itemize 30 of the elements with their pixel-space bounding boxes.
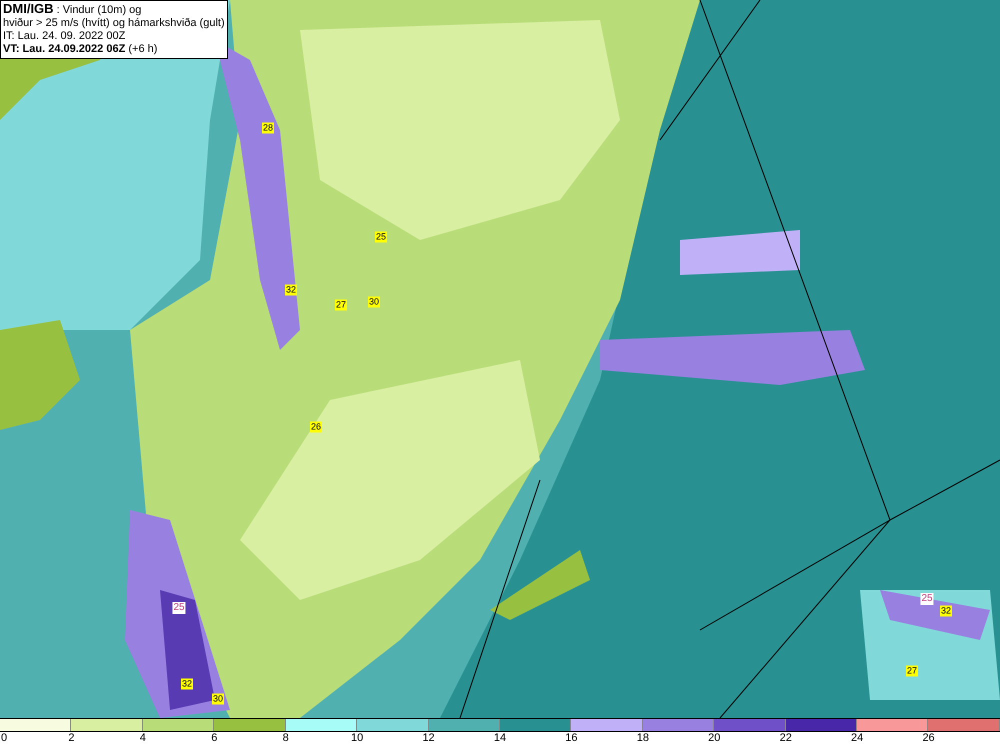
max-gust-label: 25 [375, 232, 387, 242]
title-line: IT: Lau. 24. 09. 2022 00Z [3, 30, 126, 43]
legend-tick-label: 4 [140, 732, 146, 745]
legend-tick-label: 10 [351, 732, 364, 745]
max-gust-label: 32 [181, 678, 193, 690]
title-line: hviður > 25 m/s (hvítt) og hámarkshviða (gult) [3, 17, 225, 30]
legend-tick-label: 14 [494, 732, 506, 745]
legend-tick-label: 24 [851, 732, 864, 745]
contour-label: 25 [920, 593, 934, 605]
legend-tick-label: 6 [211, 732, 218, 745]
max-gust-label: 30 [368, 296, 380, 308]
contour-label: 25 [172, 602, 186, 614]
legend-tick-label: 0 [1, 732, 8, 745]
legend-tick-label: 18 [636, 732, 649, 745]
title-line: DMI/IGB : Vindur (10m) og [3, 2, 142, 17]
title-line: VT: Lau. 24.09.2022 06Z (+6 h) [3, 43, 158, 56]
max-gust-label: 32 [285, 284, 297, 296]
max-gust-label: 27 [335, 300, 347, 310]
legend-tick-label: 16 [565, 732, 578, 745]
legend-tick-label: 20 [708, 732, 720, 745]
max-gust-label: 30 [212, 694, 224, 704]
max-gust-label: 26 [310, 422, 322, 432]
legend-tick-label: 12 [422, 732, 435, 745]
legend-tick-label: 22 [780, 732, 792, 745]
max-gust-label: 28 [262, 122, 274, 134]
max-gust-label: 32 [940, 606, 952, 616]
legend-tick-label: 8 [282, 732, 289, 745]
legend-tick-label: 2 [68, 732, 74, 745]
legend-tick-label: 26 [922, 732, 935, 745]
max-gust-label: 27 [906, 666, 918, 676]
